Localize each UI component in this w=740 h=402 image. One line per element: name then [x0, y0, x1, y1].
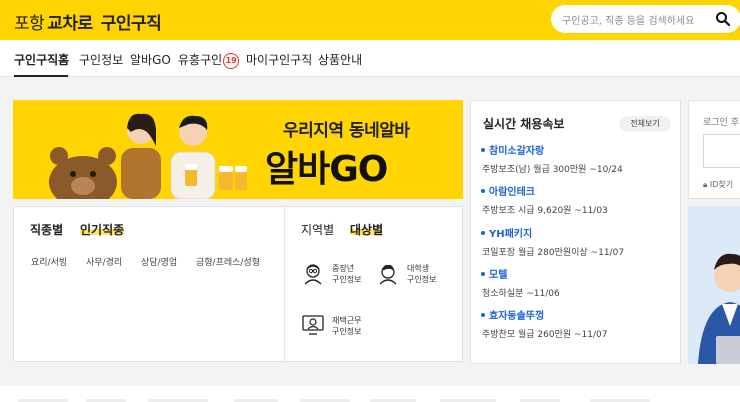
job-chip[interactable]: 요리/서빙: [31, 255, 67, 268]
student-icon: [379, 264, 397, 285]
banner-title: 알바GO: [265, 140, 388, 192]
lock-icon: 🔒︎: [703, 180, 710, 189]
tab-by-job-type[interactable]: 직종별: [30, 221, 63, 238]
main-nav: 구인구직홈 구인정보 알바GO 유흥구인 19 마이구인구직 상품안내: [0, 40, 740, 77]
realtime-title: 실시간 채용속보: [483, 117, 565, 131]
logo-city: 포항: [14, 14, 45, 34]
list-item[interactable]: 참미소갈자랑 주방보조(남) 월급 300만원 ~10/24: [481, 142, 623, 175]
albago-banner[interactable]: 우리지역 동네알바 알바GO: [13, 100, 463, 199]
banner-title-suffix: GO: [329, 149, 388, 190]
tab-popular-jobs[interactable]: 인기직종: [80, 221, 124, 238]
job-company: 아람인테크: [481, 183, 608, 198]
target-remote-line2: 구인정보: [332, 327, 362, 336]
tab-by-target[interactable]: 대상별: [350, 221, 383, 238]
job-desc: 주방찬모 월급 260만원 ~11/07: [482, 330, 608, 340]
target-student[interactable]: 대학생 구인정보: [407, 263, 436, 285]
job-desc: 주방보조 시급 9,620원 ~11/03: [482, 206, 608, 216]
job-company: 모텔: [481, 266, 560, 281]
job-company: YH패키지: [481, 225, 624, 240]
list-item[interactable]: 효자동솔뚜껑 주방찬모 월급 260만원 ~11/07: [481, 307, 607, 340]
job-desc: 코일포장 월급 280만원이상 ~11/07: [482, 248, 625, 258]
banner-subtitle: 우리지역 동네알바: [283, 121, 410, 141]
nav-item-my-page[interactable]: 마이구인구직: [246, 51, 312, 68]
job-chip[interactable]: 상담/영업: [141, 255, 177, 268]
nav-item-albago[interactable]: 알바GO: [130, 51, 171, 68]
target-senior-line2: 구인정보: [332, 275, 362, 284]
login-label: 로그인 후: [703, 118, 739, 128]
list-item[interactable]: 아람인테크 주방보조 시급 9,620원 ~11/03: [481, 183, 608, 216]
list-item[interactable]: 모텔 청소하실분 ~11/06: [481, 266, 560, 299]
active-tab-indicator: [14, 75, 68, 77]
promo-banner[interactable]: [688, 206, 740, 364]
nav-item-job-info[interactable]: 구인정보: [79, 51, 123, 68]
job-category-panel: 직종별 인기직종 요리/서빙 사무/경리 상담/영업 금형/프레스/성형 지역별…: [13, 206, 463, 363]
job-desc: 청소하실분 ~11/06: [482, 289, 560, 299]
nav-item-adult-jobs-label: 유흥구인: [178, 53, 223, 67]
realtime-jobs-panel: 실시간 채용속보 전체보기 참미소갈자랑 주방보조(남) 월급 300만원 ~1…: [470, 100, 681, 364]
search-placeholder: 구인공고, 직종 등을 검색하세요: [562, 16, 695, 27]
nav-item-adult-jobs[interactable]: 유흥구인 19: [178, 51, 240, 69]
login-panel: 로그인 후 🔒︎ ID찾기: [688, 100, 740, 199]
logo-brand: 교차로: [47, 14, 93, 34]
job-desc: 주방보조(남) 월급 300만원 ~10/24: [482, 165, 623, 175]
view-all-button[interactable]: 전체보기: [619, 116, 671, 132]
find-id-link[interactable]: 🔒︎ ID찾기: [703, 179, 733, 190]
job-company: 참미소갈자랑: [481, 142, 623, 157]
target-remote-line1: 재택근무: [332, 316, 362, 325]
search-icon[interactable]: [715, 11, 731, 27]
search-input[interactable]: 구인공고, 직종 등을 검색하세요: [551, 5, 740, 33]
job-company: 효자동솔뚜껑: [481, 307, 607, 322]
target-senior[interactable]: 중장년 구인정보: [332, 263, 361, 285]
target-remote[interactable]: 재택근무 구인정보: [332, 315, 361, 337]
logo-service: 구인구직: [100, 14, 162, 34]
job-chip[interactable]: 금형/프레스/성형: [196, 255, 260, 268]
nav-item-home[interactable]: 구인구직홈: [14, 51, 69, 68]
target-student-line2: 구인정보: [407, 275, 437, 284]
panel-divider: [284, 207, 285, 363]
job-chip[interactable]: 사무/경리: [86, 255, 122, 268]
remote-work-icon: [302, 315, 324, 335]
login-button[interactable]: [703, 134, 740, 168]
promo-illustration: [698, 253, 740, 364]
banner-illustration: [49, 113, 247, 199]
find-id-label: ID찾기: [709, 180, 734, 189]
target-senior-line1: 중장년: [332, 264, 355, 273]
adult-badge: 19: [223, 53, 240, 69]
site-logo[interactable]: 포항 교차로 구인구직: [14, 9, 162, 34]
nav-item-products[interactable]: 상품안내: [318, 51, 362, 68]
senior-icon: [304, 264, 322, 285]
bottom-section: [0, 386, 740, 402]
target-student-line1: 대학생: [407, 264, 430, 273]
tab-by-region[interactable]: 지역별: [301, 221, 334, 238]
site-header: 포항 교차로 구인구직 구인공고, 직종 등을 검색하세요: [0, 0, 740, 40]
list-item[interactable]: YH패키지 코일포장 월급 280만원이상 ~11/07: [481, 225, 624, 258]
banner-title-prefix: 알바: [265, 149, 330, 190]
